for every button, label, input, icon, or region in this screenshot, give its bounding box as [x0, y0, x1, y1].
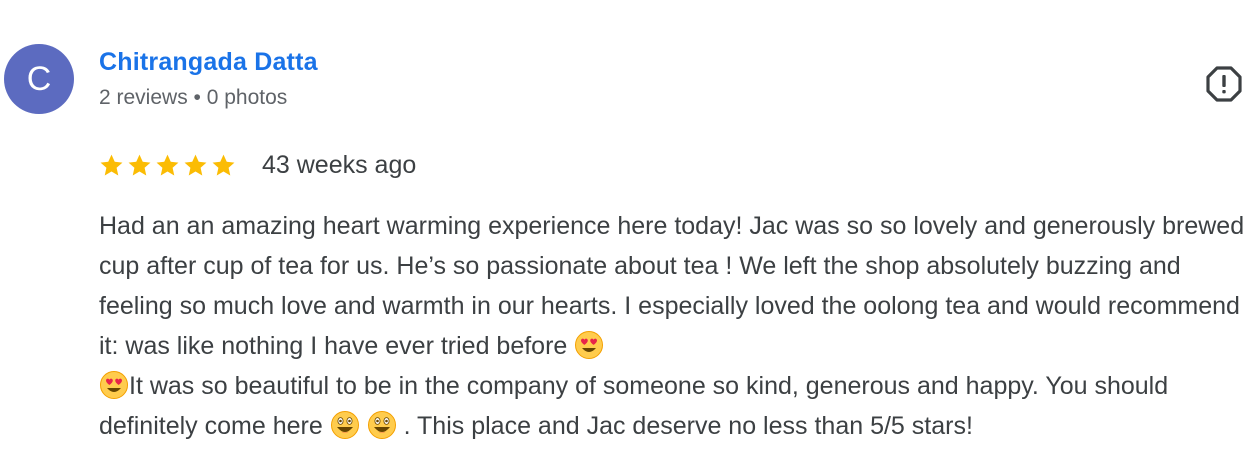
star-icon: [184, 154, 207, 175]
report-flag-icon[interactable]: [1206, 66, 1242, 102]
review-text-part-3: . This place and Jac deserve no less tha…: [396, 412, 973, 440]
star-rating: [99, 153, 236, 178]
grinning-emoji-icon: [367, 411, 396, 439]
star-icon: [156, 154, 179, 175]
review-text-part-1: Had an an amazing heart warming experien…: [99, 212, 1245, 360]
star-icon: [128, 154, 151, 175]
star-icon: [212, 154, 235, 175]
heart-eyes-emoji-icon: [100, 371, 128, 399]
grinning-emoji-icon: [330, 411, 359, 439]
review-text: Had an an amazing heart warming experien…: [99, 206, 1251, 446]
review-time: 43 weeks ago: [262, 150, 417, 179]
reviewer-name[interactable]: Chitrangada Datta: [99, 48, 318, 77]
reviewer-meta: 2 reviews • 0 photos: [99, 86, 288, 109]
rating-row: 43 weeks ago: [99, 150, 416, 180]
heart-eyes-emoji-icon: [575, 331, 604, 359]
avatar-initial: C: [26, 59, 52, 98]
star-icon: [100, 154, 123, 175]
avatar[interactable]: C: [4, 44, 74, 114]
